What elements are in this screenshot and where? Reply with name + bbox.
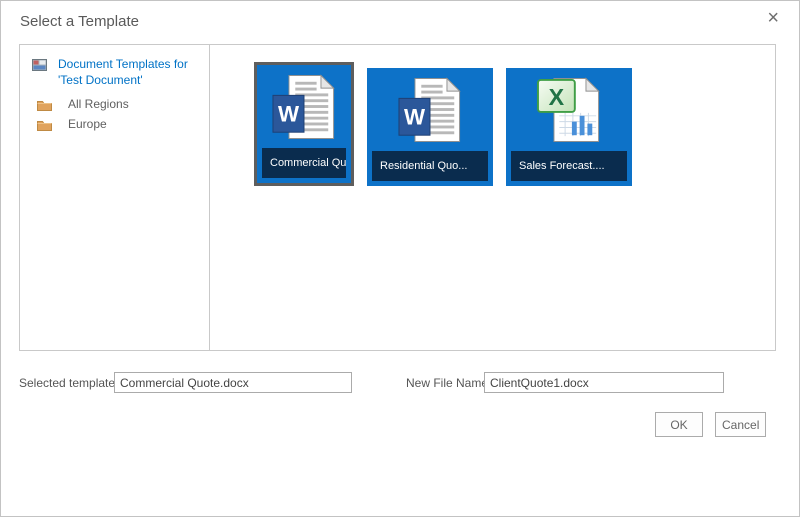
folder-icon: [37, 98, 52, 110]
select-template-dialog: Select a Template × Document Templates f…: [0, 0, 800, 517]
selected-template-label: Selected template:: [19, 376, 118, 390]
tree-item-label: All Regions: [68, 97, 129, 111]
dialog-title: Select a Template: [20, 13, 139, 30]
svg-text:W: W: [278, 102, 300, 127]
word-file-icon: W: [272, 74, 336, 145]
new-file-name-input[interactable]: [484, 372, 724, 393]
document-library-icon: [32, 58, 47, 71]
template-tile-sales-forecast[interactable]: X Sales Forecast....: [506, 68, 632, 186]
folder-icon: [37, 118, 52, 130]
template-tile-label: Sales Forecast....: [511, 151, 627, 181]
new-file-name-label: New File Name:: [406, 376, 491, 390]
template-tile-label: Commercial Quot...: [262, 148, 346, 178]
cancel-button[interactable]: Cancel: [715, 412, 766, 437]
template-tile-residential-quote[interactable]: W Residential Quo...: [367, 68, 493, 186]
template-grid: W Commercial Quot...: [210, 45, 775, 350]
content-panel: Document Templates for 'Test Document' A…: [19, 44, 776, 351]
svg-text:X: X: [549, 84, 565, 110]
ok-button[interactable]: OK: [655, 412, 703, 437]
template-tile-commercial-quote[interactable]: W Commercial Quot...: [254, 62, 354, 186]
folder-tree: Document Templates for 'Test Document' A…: [20, 45, 210, 350]
tree-item-document-templates[interactable]: Document Templates for 'Test Document': [20, 56, 209, 88]
template-tile-label: Residential Quo...: [372, 151, 488, 181]
tree-item-all-regions[interactable]: All Regions: [20, 94, 209, 114]
excel-file-icon: X: [537, 77, 601, 148]
selected-template-input[interactable]: [114, 372, 352, 393]
close-icon[interactable]: ×: [761, 5, 785, 31]
tree-item-europe[interactable]: Europe: [20, 114, 209, 134]
tree-item-label: Europe: [68, 117, 107, 131]
svg-text:W: W: [404, 105, 426, 130]
word-file-icon: W: [398, 77, 462, 148]
tree-root-label: Document Templates for 'Test Document': [58, 56, 190, 88]
